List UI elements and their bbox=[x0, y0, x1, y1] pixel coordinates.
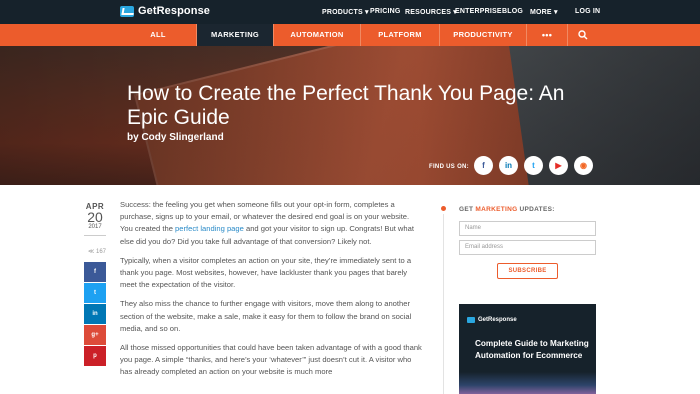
share-google-plus-button[interactable]: g+ bbox=[84, 325, 106, 345]
share-pinterest-button[interactable]: p bbox=[84, 346, 106, 366]
nav-link-more[interactable]: MORE ▾ bbox=[530, 8, 558, 16]
email-field[interactable]: Email address bbox=[459, 240, 596, 255]
paragraph: They also miss the chance to further eng… bbox=[120, 299, 412, 333]
share-linkedin-button[interactable]: in bbox=[84, 304, 106, 324]
paragraph: Typically, when a visitor completes an a… bbox=[120, 255, 412, 290]
envelope-logo-icon bbox=[467, 317, 475, 323]
newsletter-heading: GET MARKETING UPDATES: bbox=[459, 206, 555, 213]
more-menu-button[interactable]: ••• bbox=[527, 24, 567, 46]
tab-marketing[interactable]: MARKETING bbox=[197, 24, 273, 46]
nav-link-blog[interactable]: BLOG bbox=[502, 8, 523, 15]
nav-link-products[interactable]: PRODUCTS ▾ bbox=[322, 8, 369, 16]
pinterest-icon: p bbox=[93, 353, 97, 359]
twitter-icon: t bbox=[94, 290, 96, 296]
ad-logo: GetResponse bbox=[467, 317, 517, 323]
google-plus-icon: g+ bbox=[91, 332, 99, 338]
share-twitter-button[interactable]: t bbox=[84, 283, 106, 303]
tab-all[interactable]: ALL bbox=[120, 24, 196, 46]
subscribe-button[interactable]: SUBSCRIBE bbox=[497, 263, 558, 279]
category-nav: ALL MARKETING AUTOMATION PLATFORM PRODUC… bbox=[0, 24, 700, 46]
envelope-logo-icon bbox=[120, 5, 134, 17]
timeline-dot bbox=[441, 206, 446, 211]
linkedin-icon: in bbox=[92, 311, 98, 317]
top-bar: GetResponse PRODUCTS ▾ PRICING RESOURCES… bbox=[0, 0, 700, 24]
post-day: 20 bbox=[87, 209, 103, 225]
ad-headline: Complete Guide to Marketing Automation f… bbox=[475, 339, 589, 360]
author-byline: by Cody Slingerland bbox=[127, 132, 224, 143]
page-title: How to Create the Perfect Thank You Page… bbox=[127, 82, 565, 129]
hero-banner: How to Create the Perfect Thank You Page… bbox=[0, 46, 700, 185]
paragraph: All those missed opportunities that coul… bbox=[120, 343, 422, 377]
tab-automation[interactable]: AUTOMATION bbox=[274, 24, 360, 46]
youtube-icon[interactable]: ▶ bbox=[549, 156, 568, 175]
nav-link-pricing[interactable]: PRICING bbox=[370, 8, 401, 15]
perfect-landing-page-link[interactable]: perfect landing page bbox=[175, 224, 244, 233]
logo[interactable]: GetResponse bbox=[120, 5, 210, 17]
share-facebook-button[interactable]: f bbox=[84, 262, 106, 282]
twitter-icon[interactable]: t bbox=[524, 156, 543, 175]
name-field[interactable]: Name bbox=[459, 221, 596, 236]
find-us-label: FIND US ON: bbox=[429, 164, 469, 170]
search-button[interactable] bbox=[568, 24, 598, 46]
nav-link-resources[interactable]: RESOURCES ▾ bbox=[405, 8, 457, 16]
nav-link-enterprise[interactable]: ENTERPRISE bbox=[455, 8, 502, 15]
tab-platform[interactable]: PLATFORM bbox=[361, 24, 439, 46]
paragraph: Success: the feeling you get when someon… bbox=[120, 200, 414, 246]
facebook-icon: f bbox=[94, 269, 96, 275]
logo-text: GetResponse bbox=[138, 5, 211, 17]
ebook-ad-banner[interactable]: GetResponse Complete Guide to Marketing … bbox=[459, 304, 596, 394]
facebook-icon[interactable]: f bbox=[474, 156, 493, 175]
login-link[interactable]: LOG IN bbox=[575, 8, 600, 15]
linkedin-icon[interactable]: in bbox=[499, 156, 518, 175]
post-date: APR 20 2017 bbox=[84, 202, 106, 230]
article-body: Success: the feeling you get when someon… bbox=[120, 199, 422, 386]
rss-icon[interactable]: ◉ bbox=[574, 156, 593, 175]
share-count: ≪ 167 bbox=[88, 249, 106, 255]
search-icon bbox=[578, 30, 588, 40]
tab-productivity[interactable]: PRODUCTIVITY bbox=[440, 24, 526, 46]
